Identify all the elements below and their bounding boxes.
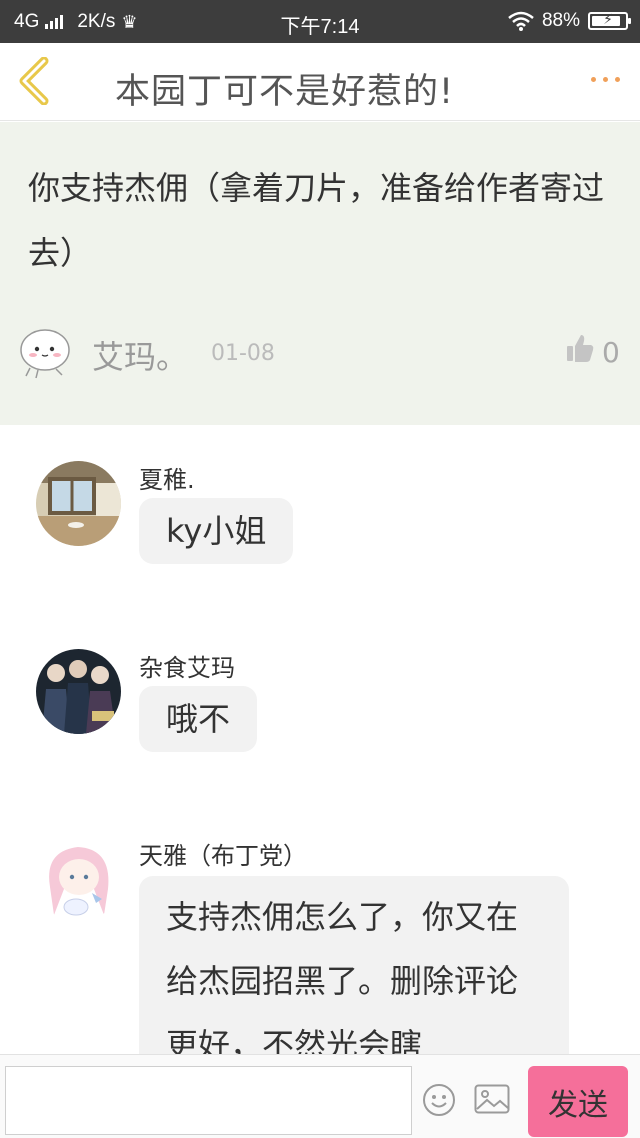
comment-bubble: 哦不 bbox=[139, 686, 258, 752]
comment-author[interactable]: 夏稚. bbox=[139, 460, 195, 495]
comment-bubble: ky小姐 bbox=[139, 498, 294, 564]
send-button[interactable]: 发送 bbox=[528, 1066, 628, 1137]
original-post: 你支持杰佣（拿着刀片，准备给作者寄过去） 艾玛。 01-08 0 bbox=[0, 122, 640, 425]
comment-input-bar: 发送 bbox=[0, 1054, 640, 1138]
battery-percent: 88% bbox=[541, 10, 580, 31]
image-icon[interactable] bbox=[474, 1084, 510, 1114]
avatar[interactable] bbox=[36, 461, 121, 546]
header: 本园丁可不是好惹的! bbox=[0, 43, 640, 121]
post-author[interactable]: 艾玛。 bbox=[92, 332, 188, 378]
thumbs-up-icon[interactable] bbox=[566, 333, 594, 363]
avatar[interactable] bbox=[36, 837, 121, 922]
chevron-left-icon[interactable] bbox=[14, 57, 54, 105]
comment-author[interactable]: 天雅（布丁党） bbox=[139, 836, 307, 871]
emoji-icon[interactable] bbox=[422, 1083, 456, 1117]
post-date: 01-08 bbox=[211, 341, 275, 366]
more-dots-icon[interactable] bbox=[591, 77, 620, 82]
avatar[interactable] bbox=[16, 322, 74, 380]
comment-input[interactable] bbox=[5, 1066, 412, 1135]
comment-bubble: 支持杰佣怎么了，你又在给杰园招黑了。删除评论更好，不然光会瞎 bbox=[139, 876, 569, 1077]
charging-icon: ⚡ bbox=[603, 11, 613, 27]
post-text: 你支持杰佣（拿着刀片，准备给作者寄过去） bbox=[28, 169, 605, 272]
wifi-icon bbox=[508, 11, 534, 31]
page-title: 本园丁可不是好惹的! bbox=[115, 72, 455, 112]
avatar[interactable] bbox=[36, 649, 121, 734]
status-right: 88% ⚡ bbox=[508, 10, 631, 32]
like-count: 0 bbox=[602, 336, 620, 369]
comment-author[interactable]: 杂食艾玛 bbox=[139, 648, 235, 683]
status-bar: 4G 2K/s ♛ 下午7:14 88% ⚡ bbox=[0, 0, 640, 43]
battery-icon: ⚡ bbox=[588, 11, 631, 30]
